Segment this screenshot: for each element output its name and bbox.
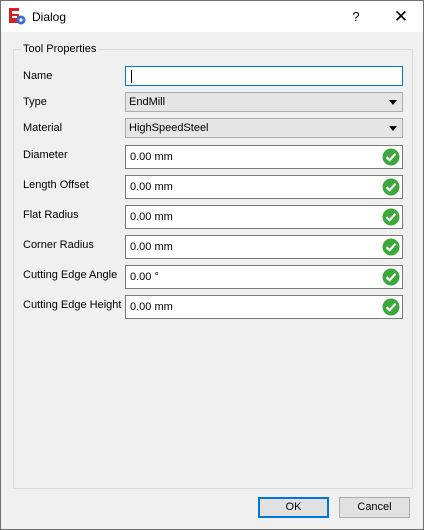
flat-radius-label: Flat Radius — [23, 209, 79, 221]
material-label: Material — [23, 122, 63, 134]
diameter-input[interactable]: 0.00 mm — [125, 145, 403, 169]
length-offset-input[interactable]: 0.00 mm — [125, 175, 403, 199]
close-button[interactable]: ✕ — [379, 1, 423, 32]
corner-radius-label: Corner Radius — [23, 239, 94, 251]
cutting-edge-height-input[interactable]: 0.00 mm — [125, 295, 403, 319]
text-caret — [131, 70, 132, 83]
type-select[interactable]: EndMill — [125, 92, 403, 112]
checkmark-icon — [382, 208, 400, 226]
corner-radius-input[interactable]: 0.00 mm — [125, 235, 403, 259]
name-input[interactable] — [125, 66, 403, 86]
cutting-edge-angle-label: Cutting Edge Angle — [23, 269, 118, 281]
freecad-icon — [9, 8, 26, 25]
diameter-label: Diameter — [23, 149, 68, 161]
cancel-button[interactable]: Cancel — [339, 497, 410, 518]
chevron-down-icon — [389, 100, 397, 105]
checkmark-icon — [382, 238, 400, 256]
diameter-value: 0.00 mm — [130, 151, 173, 163]
dialog-window: Dialog ? ✕ Tool Properties Name Type End… — [0, 0, 424, 530]
cutting-edge-height-value: 0.00 mm — [130, 301, 173, 313]
ok-button[interactable]: OK — [258, 497, 329, 518]
group-title: Tool Properties — [21, 43, 99, 55]
flat-radius-value: 0.00 mm — [130, 211, 173, 223]
checkmark-icon — [382, 268, 400, 286]
type-label: Type — [23, 96, 47, 108]
title-bar[interactable]: Dialog ? ✕ — [1, 1, 423, 32]
checkmark-icon — [382, 298, 400, 316]
cutting-edge-angle-input[interactable]: 0.00 ° — [125, 265, 403, 289]
chevron-down-icon — [389, 126, 397, 131]
length-offset-label: Length Offset — [23, 179, 89, 191]
type-value: EndMill — [129, 96, 166, 108]
material-select[interactable]: HighSpeedSteel — [125, 118, 403, 138]
flat-radius-input[interactable]: 0.00 mm — [125, 205, 403, 229]
checkmark-icon — [382, 148, 400, 166]
corner-radius-value: 0.00 mm — [130, 241, 173, 253]
window-title: Dialog — [32, 10, 67, 24]
name-label: Name — [23, 70, 53, 82]
cutting-edge-angle-value: 0.00 ° — [130, 271, 159, 283]
cutting-edge-height-label: Cutting Edge Height — [23, 299, 122, 311]
length-offset-value: 0.00 mm — [130, 181, 173, 193]
checkmark-icon — [382, 178, 400, 196]
help-button[interactable]: ? — [333, 1, 379, 32]
material-value: HighSpeedSteel — [129, 122, 209, 134]
